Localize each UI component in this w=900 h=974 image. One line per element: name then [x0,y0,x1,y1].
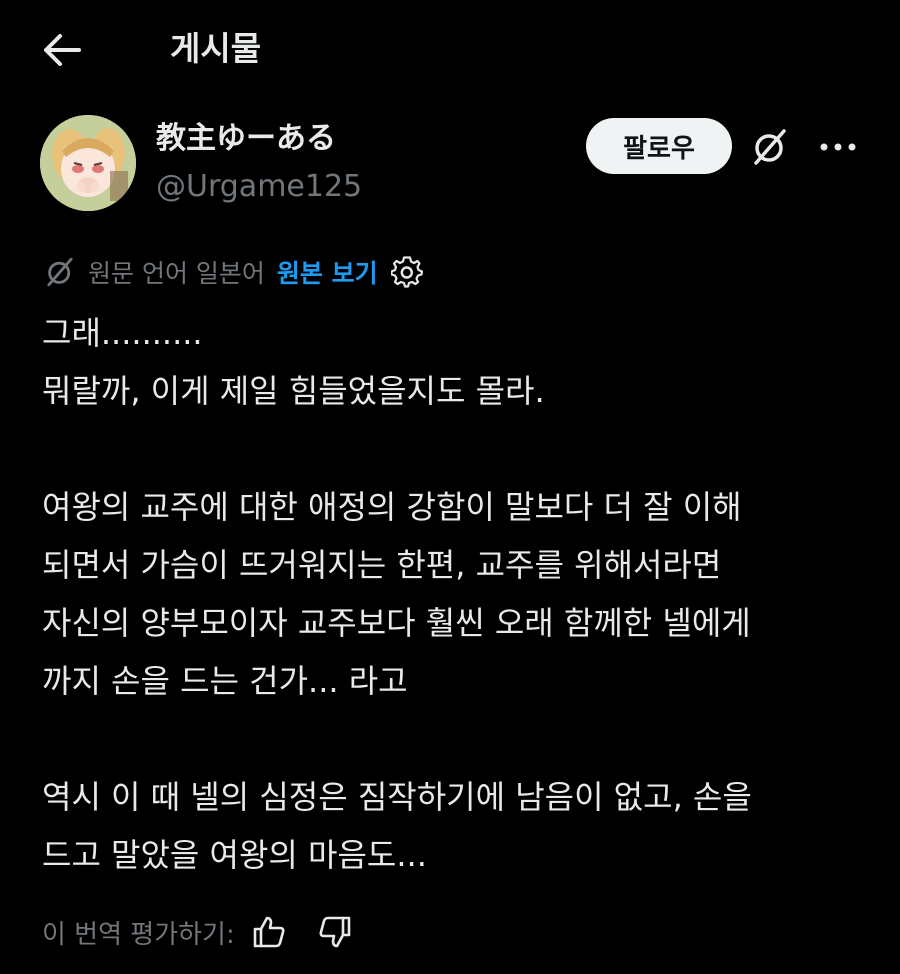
translation-rating: 이 번역 평가하기: [42,910,379,954]
view-original-link[interactable]: 원본 보기 [277,254,378,290]
avatar[interactable] [40,115,136,211]
author-handle[interactable]: @Urgame125 [156,167,362,207]
author-display-name[interactable]: 教主ゆーある [156,119,336,159]
author-row: 教主ゆーある @Urgame125 팔로우 [40,115,870,215]
thumbs-up-icon [253,916,285,948]
page-title: 게시물 [170,29,262,68]
translation-settings-button[interactable] [390,255,424,289]
translation-info: 원문 언어 일본어 원본 보기 [42,250,424,294]
post-paragraph: 여왕의 교주에 대한 애정의 강함이 말보다 더 잘 이해 되면서 가슴이 뜨거… [42,488,751,700]
post-paragraph: 역시 이 때 넬의 심정은 짐작하기에 남음이 없고, 손을 드고 말았을 여왕… [42,778,752,874]
back-button[interactable] [38,28,86,72]
post-text: 그래.......... 뭐랄까, 이게 제일 힘들었을지도 몰라. 여왕의 교… [42,304,872,884]
gear-icon [390,256,423,288]
translation-source-label: 원문 언어 일본어 [88,259,265,288]
thumbs-down-button[interactable] [313,910,357,954]
grok-translate-icon [42,254,78,290]
more-horizontal-icon [820,143,856,151]
rate-translation-label: 이 번역 평가하기: [42,919,235,950]
top-bar: 게시물 [0,0,900,100]
grok-icon [754,129,786,165]
follow-button[interactable]: 팔로우 [586,118,732,174]
arrow-left-icon [44,34,81,66]
grok-button[interactable] [746,123,794,171]
thumbs-up-button[interactable] [247,910,291,954]
thumbs-down-icon [319,916,351,948]
more-options-button[interactable] [814,123,862,171]
post-paragraph: 그래.......... 뭐랄까, 이게 제일 힘들었을지도 몰라. [42,314,545,410]
